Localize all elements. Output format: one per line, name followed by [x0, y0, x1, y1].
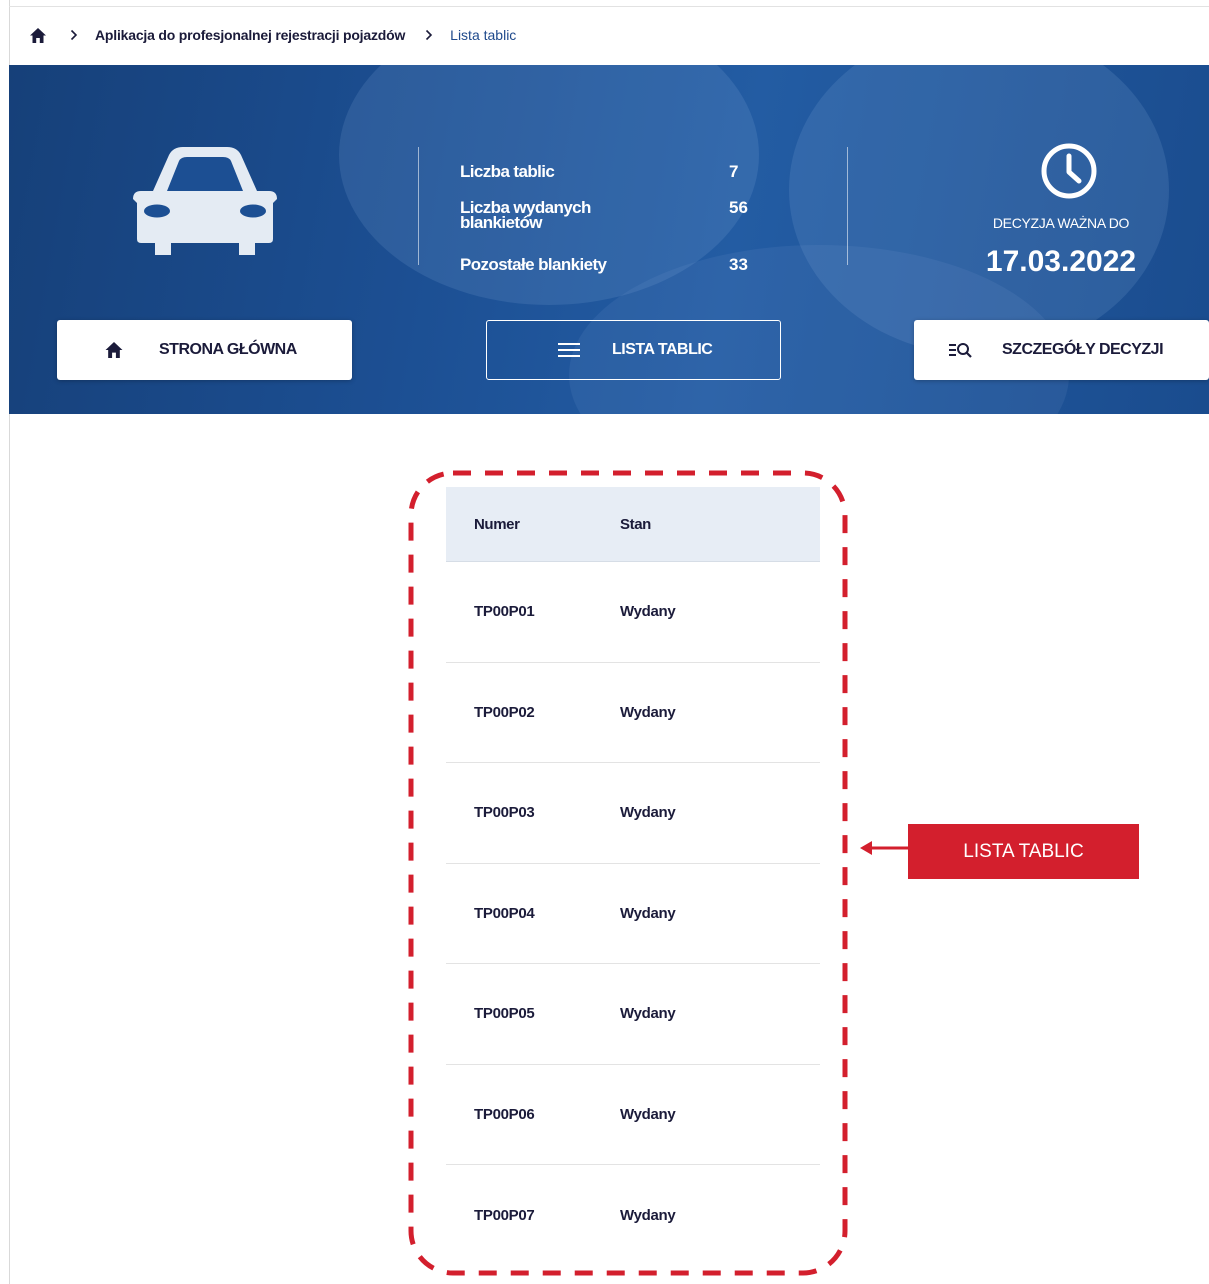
decision-details-button-label: SZCZEGÓŁY DECYZJI [1002, 341, 1164, 358]
plate-list-button-label: LISTA TABLIC [612, 341, 713, 358]
home-icon[interactable] [28, 25, 48, 45]
plates-count-value: 7 [729, 162, 739, 181]
car-icon [123, 139, 287, 262]
decision-details-button[interactable]: SZCZEGÓŁY DECYZJI [914, 320, 1209, 380]
hamburger-menu-icon [557, 342, 581, 358]
home-button-label: STRONA GŁÓWNA [159, 341, 297, 358]
remaining-blanks-value: 33 [729, 255, 748, 274]
breadcrumb: Aplikacja do profesjonalnej rejestracji … [28, 22, 516, 48]
annotation-dashed-frame [408, 470, 848, 1276]
list-search-icon [948, 342, 974, 358]
page-frame-top [9, 6, 1209, 7]
hero-banner: Liczba tablic 7 Liczba wydanych blankiet… [9, 65, 1209, 414]
home-button[interactable]: STRONA GŁÓWNA [57, 320, 352, 380]
remaining-blanks-label: Pozostałe blankiety [460, 255, 607, 274]
home-icon [103, 341, 125, 359]
stats-divider [847, 147, 848, 265]
annotation-label: LISTA TABLIC [908, 824, 1139, 879]
arrow-left-icon [860, 841, 908, 855]
issued-blanks-value: 56 [729, 198, 748, 217]
plate-list-button[interactable]: LISTA TABLIC [486, 320, 781, 380]
breadcrumb-current: Lista tablic [450, 27, 517, 43]
chevron-right-icon [425, 28, 437, 42]
chevron-right-icon [70, 28, 82, 42]
stats-divider [418, 147, 419, 265]
clock-icon [1039, 141, 1099, 206]
decision-valid-date: 17.03.2022 [985, 245, 1137, 278]
plates-count-label: Liczba tablic [460, 162, 555, 181]
issued-blanks-label: Liczba wydanych blankietów [460, 198, 591, 232]
decision-valid-label: DECYZJA WAŻNA DO [992, 215, 1130, 231]
breadcrumb-app-link[interactable]: Aplikacja do profesjonalnej rejestracji … [95, 27, 405, 43]
